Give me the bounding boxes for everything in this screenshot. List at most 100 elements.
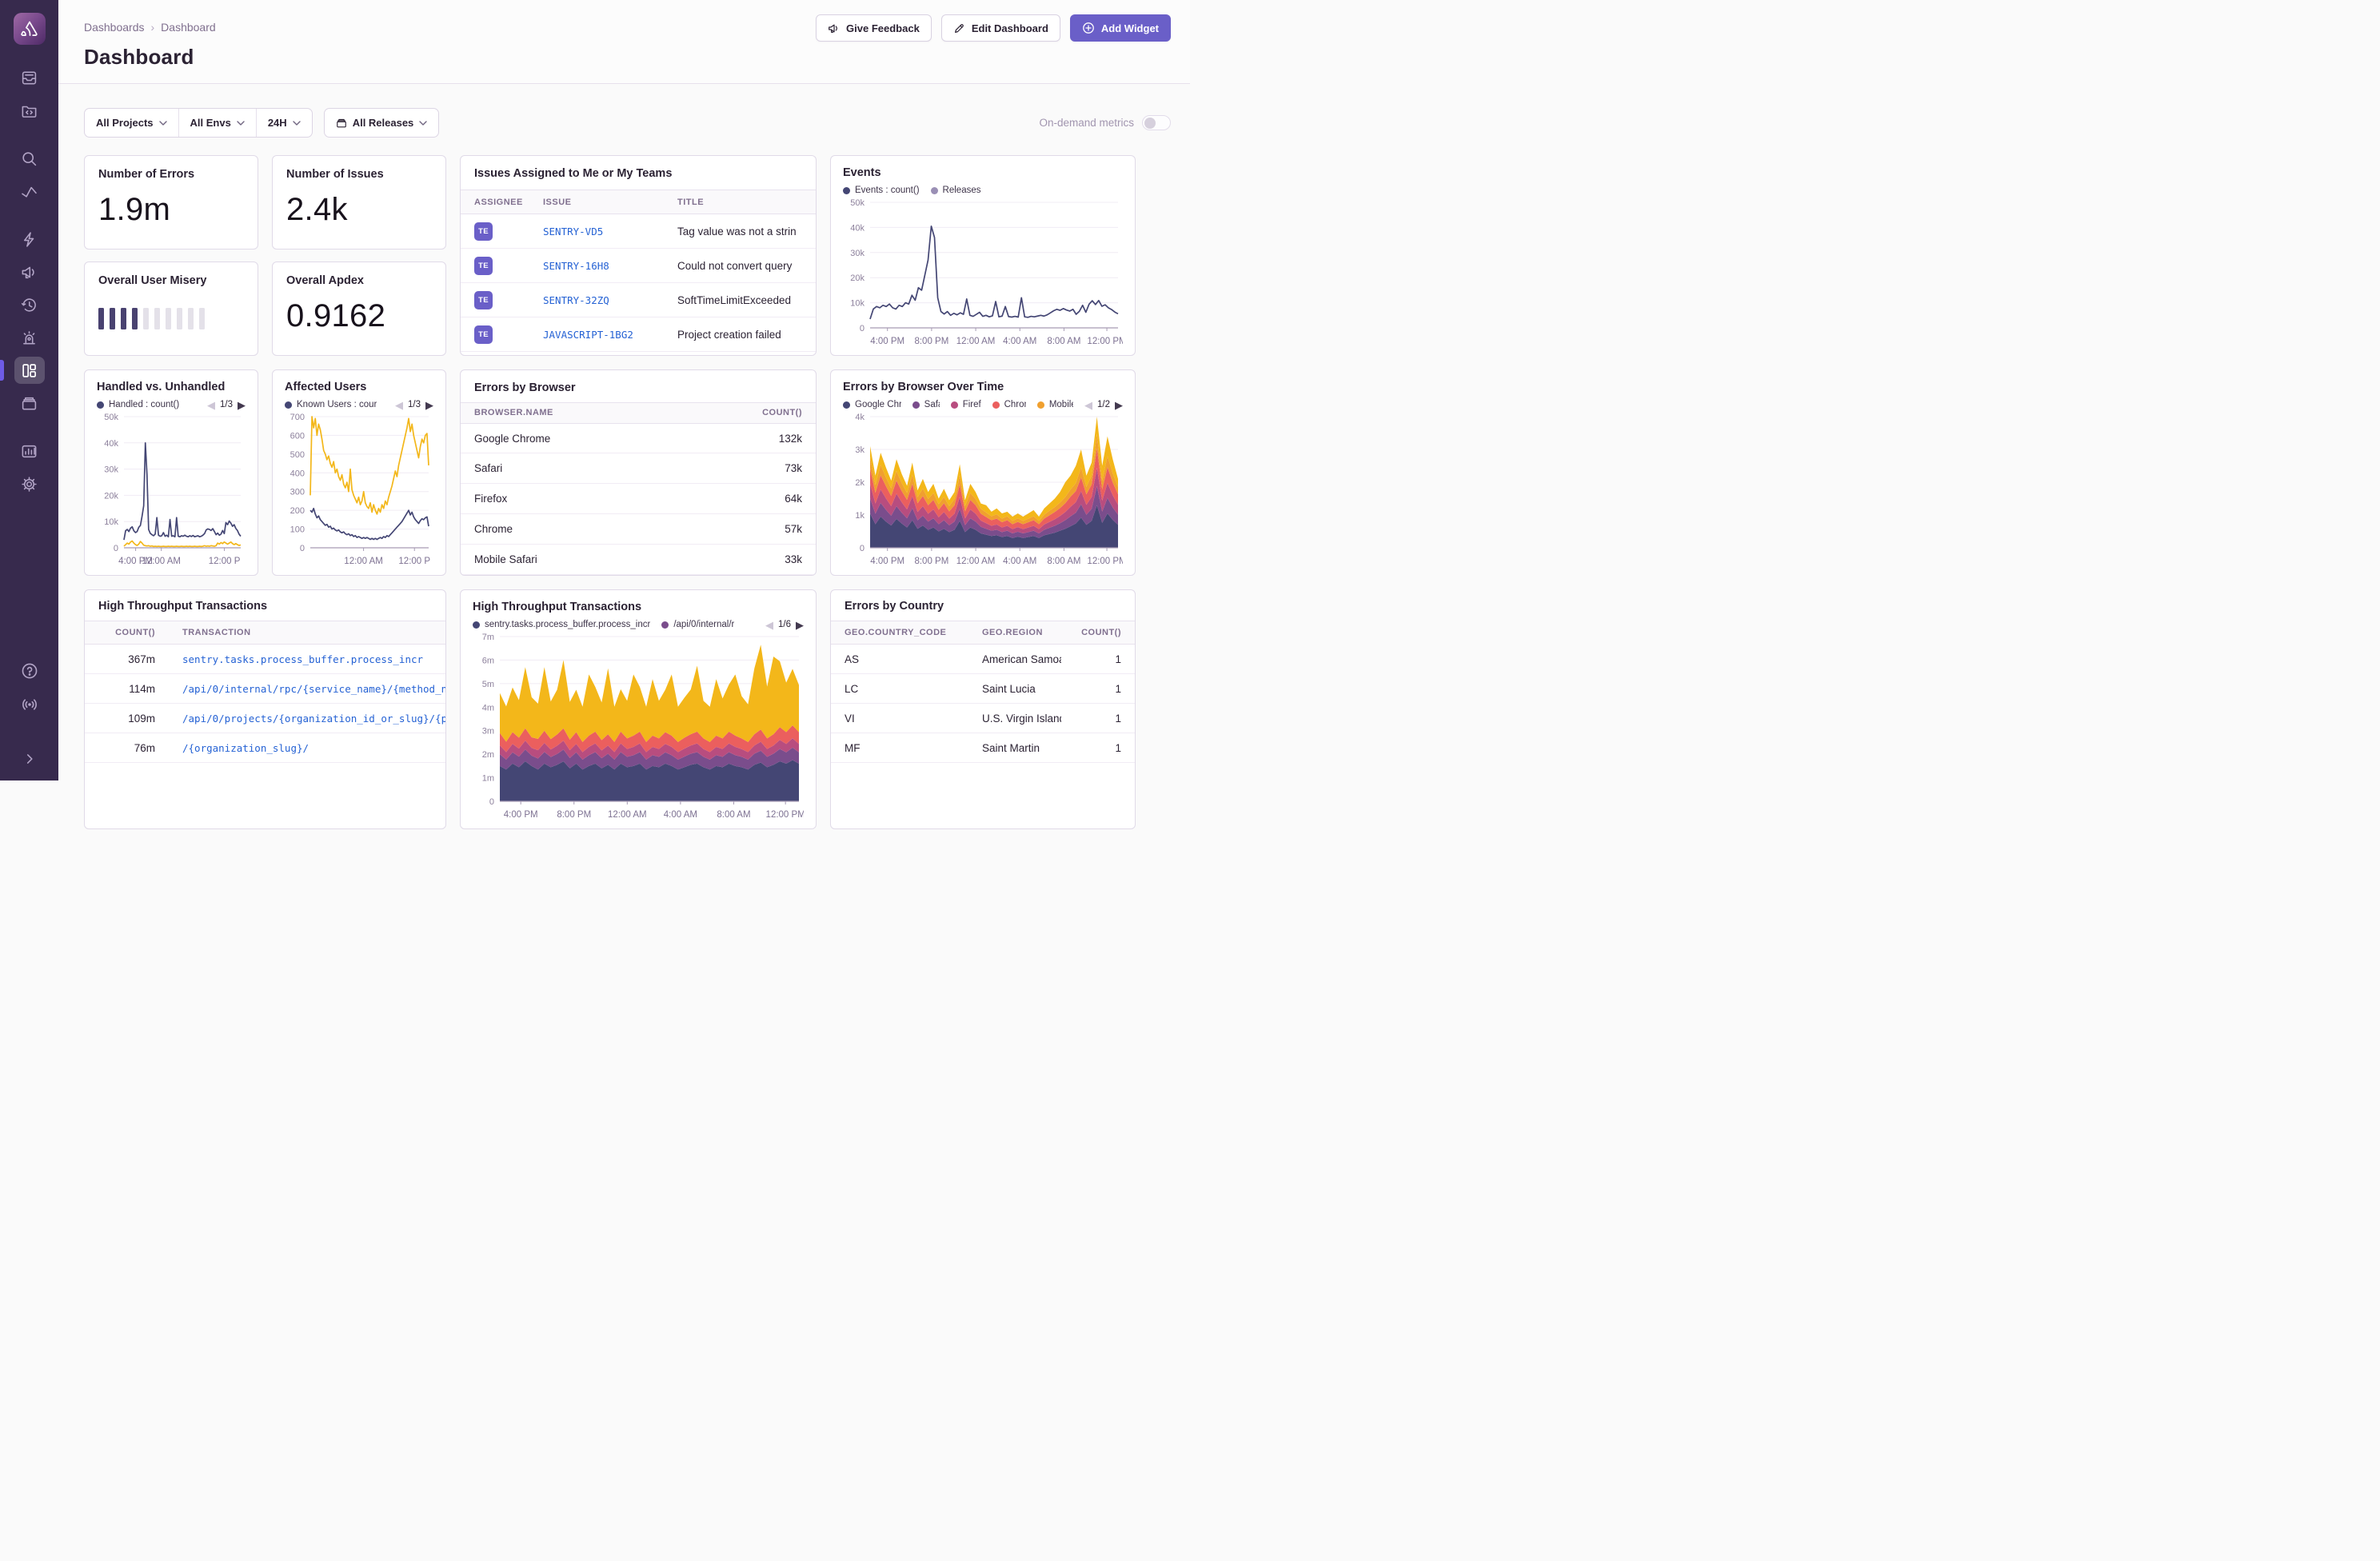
svg-text:4k: 4k: [855, 413, 865, 422]
legend-dot: [912, 401, 920, 409]
widget-title: High Throughput Transactions: [85, 590, 445, 621]
avatar[interactable]: TE: [474, 291, 493, 309]
ondemand-metrics-toggle[interactable]: [1142, 115, 1171, 130]
stats-icon: [21, 443, 38, 460]
issue-link[interactable]: SENTRY-VD5: [543, 226, 603, 238]
widget-title: Errors by Browser: [461, 370, 816, 402]
svg-text:2m: 2m: [482, 750, 494, 760]
svg-text:50k: 50k: [104, 413, 118, 422]
widget-title: Handled vs. Unhandled: [97, 381, 246, 393]
sidebar-item-broadcasts[interactable]: [14, 691, 45, 718]
table-row: TE SENTRY-32ZQ SoftTimeLimitExceeded: [461, 283, 816, 317]
breadcrumb-dashboards[interactable]: Dashboards: [84, 21, 145, 34]
sidebar-item-projects[interactable]: [14, 97, 45, 124]
sidebar-item-settings[interactable]: [14, 470, 45, 497]
issue-title: SoftTimeLimitExceeded: [664, 294, 816, 306]
next-page-icon[interactable]: ▶: [796, 620, 804, 630]
breadcrumb-current: Dashboard: [161, 21, 216, 34]
errors-by-browser-chart[interactable]: 01k2k3k4k4:00 PM8:00 PM12:00 AM4:00 AM8:…: [843, 410, 1123, 569]
sidebar-item-dashboards[interactable]: [14, 357, 45, 384]
sidebar-item-releases[interactable]: [14, 389, 45, 417]
sidebar-item-stats[interactable]: [14, 437, 45, 465]
widget-title: Number of Errors: [98, 168, 244, 181]
transaction-link[interactable]: /{organization_slug}/: [182, 742, 309, 754]
add-widget-button[interactable]: Add Widget: [1070, 14, 1171, 42]
country-region: American Samoa: [968, 653, 1061, 665]
sidebar-item-search[interactable]: [14, 145, 45, 172]
sidebar-nav: [0, 64, 58, 497]
avatar[interactable]: TE: [474, 222, 493, 241]
widget-errors-by-browser-over-time: Errors by Browser Over Time Google Chrom…: [830, 369, 1136, 576]
legend-dot: [473, 621, 480, 629]
help-icon: [21, 662, 38, 680]
project-filter[interactable]: All Projects: [85, 109, 178, 137]
svg-text:400: 400: [290, 469, 305, 478]
high-throughput-chart[interactable]: 01m2m3m4m5m6m7m4:00 PM8:00 PM12:00 AM4:0…: [473, 630, 804, 822]
issue-link[interactable]: SENTRY-16H8: [543, 260, 609, 272]
svg-text:4:00 AM: 4:00 AM: [1003, 557, 1036, 566]
widget-title: Number of Issues: [286, 168, 432, 181]
affected-users-chart[interactable]: 010020030040050060070012:00 AM12:00 P: [285, 410, 433, 569]
svg-text:4:00 PM: 4:00 PM: [870, 337, 904, 346]
col-region: GEO.REGION: [968, 628, 1061, 637]
search-icon: [21, 150, 38, 167]
legend-pager: ◀ 1/2 ▶: [1084, 400, 1123, 410]
avatar[interactable]: TE: [474, 325, 493, 344]
gear-icon: [21, 476, 38, 493]
svg-text:8:00 PM: 8:00 PM: [914, 337, 948, 346]
table-header: ASSIGNEE ISSUE TITLE: [461, 190, 816, 214]
prev-page-icon[interactable]: ◀: [395, 400, 403, 410]
chevron-down-icon: [293, 121, 301, 126]
country-count: 1: [1061, 653, 1135, 665]
legend-label: Mobile S: [1049, 400, 1073, 409]
prev-page-icon[interactable]: ◀: [1084, 400, 1092, 410]
sidebar-item-help[interactable]: [14, 657, 45, 685]
sidebar-expand[interactable]: [14, 745, 45, 773]
next-page-icon[interactable]: ▶: [425, 400, 433, 410]
give-feedback-button[interactable]: Give Feedback: [816, 14, 932, 42]
sidebar-item-feedback[interactable]: [14, 258, 45, 285]
svg-text:20k: 20k: [104, 491, 118, 501]
sentry-logo[interactable]: [14, 13, 46, 45]
svg-text:0: 0: [489, 797, 494, 807]
releases-icon: [336, 118, 347, 129]
plus-circle-icon: [1082, 22, 1095, 34]
ondemand-metrics-label: On-demand metrics: [1039, 117, 1134, 129]
sidebar-item-issues[interactable]: [14, 64, 45, 91]
widget-affected-users: Affected Users Known Users : cour ◀ 1/3 …: [272, 369, 446, 576]
sidebar-item-alerts[interactable]: [14, 324, 45, 351]
transaction-link[interactable]: /api/0/internal/rpc/{service_name}/{meth…: [182, 683, 445, 695]
environment-filter[interactable]: All Envs: [178, 109, 256, 137]
svg-text:6m: 6m: [482, 656, 494, 665]
next-page-icon[interactable]: ▶: [1115, 400, 1123, 410]
prev-page-icon[interactable]: ◀: [765, 620, 773, 630]
sidebar-item-starfish[interactable]: [14, 226, 45, 253]
sidebar-item-performance[interactable]: [14, 178, 45, 205]
next-page-icon[interactable]: ▶: [238, 400, 246, 410]
table-row: 367m sentry.tasks.process_buffer.process…: [85, 645, 445, 674]
table-row: TE SENTRY-16H8 Could not convert query: [461, 249, 816, 283]
chevron-down-icon: [237, 121, 245, 126]
sidebar-item-replays[interactable]: [14, 291, 45, 318]
header-buttons: Give Feedback Edit Dashboard Add Widget: [816, 14, 1171, 42]
transaction-link[interactable]: /api/0/projects/{organization_id_or_slug…: [182, 713, 445, 725]
release-filter[interactable]: All Releases: [325, 109, 439, 137]
avatar[interactable]: TE: [474, 257, 493, 275]
transaction-link[interactable]: sentry.tasks.process_buffer.process_incr: [182, 653, 423, 665]
table-header: GEO.COUNTRY_CODE GEO.REGION COUNT(): [831, 621, 1135, 645]
time-filter[interactable]: 24H: [256, 109, 312, 137]
country-code: MF: [831, 742, 968, 754]
country-code: LC: [831, 683, 968, 695]
svg-text:8:00 AM: 8:00 AM: [1047, 337, 1080, 346]
col-country-code: GEO.COUNTRY_CODE: [831, 628, 968, 637]
handled-chart[interactable]: 010k20k30k40k50k4:00 PM12:00 AM12:00 P: [97, 410, 246, 569]
issue-link[interactable]: JAVASCRIPT-1BG2: [543, 329, 633, 341]
events-chart[interactable]: 010k20k30k40k50k4:00 PM8:00 PM12:00 AM4:…: [843, 196, 1123, 349]
edit-dashboard-button[interactable]: Edit Dashboard: [941, 14, 1060, 42]
table-row: AS American Samoa 1: [831, 645, 1135, 674]
svg-text:12:00 AM: 12:00 AM: [956, 337, 996, 346]
svg-text:10k: 10k: [850, 299, 865, 309]
prev-page-icon[interactable]: ◀: [207, 400, 215, 410]
issue-link[interactable]: SENTRY-32ZQ: [543, 294, 609, 306]
give-feedback-label: Give Feedback: [846, 22, 920, 34]
